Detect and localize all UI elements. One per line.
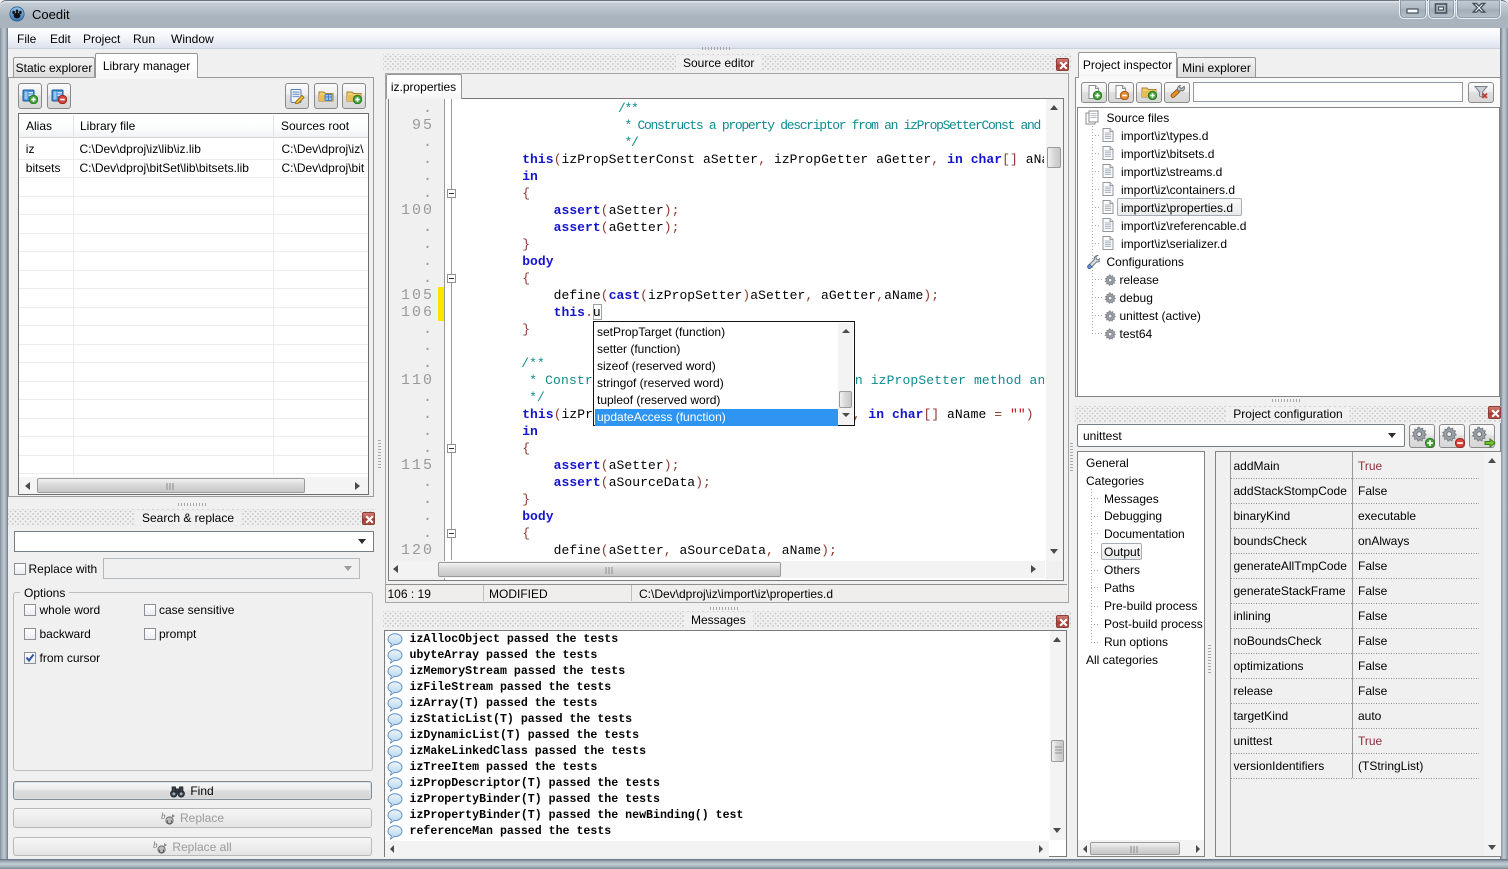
svg-text:b: b xyxy=(161,811,166,821)
svg-text:b: b xyxy=(153,840,158,850)
